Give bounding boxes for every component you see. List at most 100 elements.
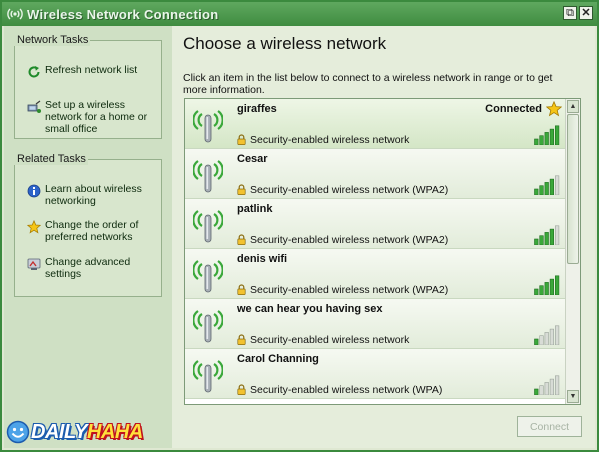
lock-icon xyxy=(237,334,246,345)
signal-bar xyxy=(544,282,549,295)
network-security: Security-enabled wireless network (WPA) xyxy=(250,384,443,396)
signal-strength-icon xyxy=(534,175,560,195)
signal-bar xyxy=(544,132,549,145)
dailyhaha-watermark: DAILYHAHA xyxy=(6,419,143,445)
network-security: Security-enabled wireless network (WPA2) xyxy=(250,234,449,246)
network-list[interactable]: giraffes Security-enabled wireless networ… xyxy=(184,98,581,405)
info-icon xyxy=(27,184,41,198)
instructions-text: Click an item in the list below to conne… xyxy=(183,72,553,96)
related-tasks-panel: Related Tasks Learn about wireless netwo… xyxy=(14,153,162,297)
refresh-network-list-link[interactable]: Refresh network list xyxy=(27,64,157,79)
refresh-icon xyxy=(28,66,40,78)
change-preferred-order-link[interactable]: Change the order of preferred networks xyxy=(27,219,157,243)
watermark-daily: DAILY xyxy=(31,420,88,443)
lock-icon xyxy=(237,184,246,195)
network-name: denis wifi xyxy=(237,253,288,265)
network-item[interactable]: Cesar Security-enabled wireless network (… xyxy=(185,149,566,199)
signal-bar xyxy=(534,338,539,345)
page-title: Choose a wireless network xyxy=(183,34,387,53)
network-item[interactable]: denis wifi Security-enabled wireless netw… xyxy=(185,249,566,299)
signal-bar xyxy=(549,128,555,145)
setup-network-icon xyxy=(27,100,41,113)
network-name: Carol Channing xyxy=(237,353,319,365)
signal-bar xyxy=(554,175,560,195)
network-name: patlink xyxy=(237,203,273,215)
watermark-text: DAILYHAHA xyxy=(31,421,143,444)
signal-bar xyxy=(534,138,539,145)
signal-bar xyxy=(554,275,560,295)
network-tasks-panel: Network Tasks Refresh network list Set u… xyxy=(14,34,162,139)
signal-bar xyxy=(554,225,560,245)
network-item[interactable]: giraffes Security-enabled wireless networ… xyxy=(185,99,566,149)
network-security: Security-enabled wireless network xyxy=(250,134,410,146)
main-pane: Choose a wireless network Click an item … xyxy=(172,26,595,448)
preferred-star-icon xyxy=(546,101,562,117)
signal-bar xyxy=(539,185,544,195)
network-name: we can hear you having sex xyxy=(237,303,383,315)
signal-bar xyxy=(539,285,544,295)
scroll-down-button[interactable]: ▼ xyxy=(567,390,579,403)
setup-wireless-network-label: Set up a wireless network for a home or … xyxy=(45,99,148,135)
scrollbar-thumb[interactable] xyxy=(567,114,579,264)
wireless-antenna-icon xyxy=(193,310,223,343)
window-title: Wireless Network Connection xyxy=(27,6,219,22)
wireless-antenna-icon xyxy=(193,110,223,143)
change-preferred-order-label: Change the order of preferred networks xyxy=(45,219,139,243)
signal-strength-icon xyxy=(534,275,560,295)
network-security: Security-enabled wireless network xyxy=(250,334,410,346)
change-advanced-settings-link[interactable]: Change advanced settings xyxy=(27,256,157,280)
lock-icon xyxy=(237,384,246,395)
signal-strength-icon xyxy=(534,375,560,395)
related-tasks-title: Related Tasks xyxy=(14,153,88,165)
settings-icon xyxy=(27,258,41,270)
signal-strength-icon xyxy=(534,225,560,245)
close-button[interactable]: ✕ xyxy=(579,6,593,20)
signal-bar xyxy=(534,238,539,245)
signal-bar xyxy=(539,135,544,145)
network-item[interactable]: we can hear you having sex Security-enabl… xyxy=(185,299,566,349)
title-bar[interactable]: Wireless Network Connection ⧉ ✕ xyxy=(2,2,597,26)
change-advanced-settings-label: Change advanced settings xyxy=(45,256,131,280)
smiley-logo-icon xyxy=(6,420,30,444)
network-name: giraffes xyxy=(237,103,277,115)
learn-about-wireless-link[interactable]: Learn about wireless networking xyxy=(27,183,157,207)
signal-bar xyxy=(554,325,560,345)
signal-bar xyxy=(549,378,555,395)
wireless-antenna-icon xyxy=(193,360,223,393)
watermark-haha: HAHA xyxy=(87,420,143,443)
network-security: Security-enabled wireless network (WPA2) xyxy=(250,284,449,296)
signal-strength-icon xyxy=(534,125,560,145)
setup-wireless-network-link[interactable]: Set up a wireless network for a home or … xyxy=(27,99,157,135)
network-name: Cesar xyxy=(237,153,268,165)
network-item[interactable]: Carol Channing Security-enabled wireless … xyxy=(185,349,566,399)
lock-icon xyxy=(237,234,246,245)
signal-bar xyxy=(534,288,539,295)
signal-bar xyxy=(539,235,544,245)
scroll-up-button[interactable]: ▲ xyxy=(567,100,579,113)
signal-bar xyxy=(544,232,549,245)
signal-bar xyxy=(534,188,539,195)
signal-bar xyxy=(544,332,549,345)
wireless-network-window: Wireless Network Connection ⧉ ✕ Network … xyxy=(0,0,599,452)
network-tasks-title: Network Tasks xyxy=(14,34,91,46)
signal-bar xyxy=(534,388,539,395)
connect-button[interactable]: Connect xyxy=(517,416,582,437)
signal-bar xyxy=(554,375,560,395)
signal-strength-icon xyxy=(534,325,560,345)
wireless-network-icon xyxy=(7,8,23,20)
signal-bar xyxy=(549,328,555,345)
scrollbar[interactable]: ▲ ▼ xyxy=(565,99,580,404)
lock-icon xyxy=(237,284,246,295)
star-icon xyxy=(27,220,41,234)
network-security: Security-enabled wireless network (WPA2) xyxy=(250,184,449,196)
wireless-antenna-icon xyxy=(193,210,223,243)
wireless-antenna-icon xyxy=(193,160,223,193)
restore-button[interactable]: ⧉ xyxy=(563,6,577,20)
wireless-antenna-icon xyxy=(193,260,223,293)
signal-bar xyxy=(549,278,555,295)
signal-bar xyxy=(544,182,549,195)
refresh-network-list-label: Refresh network list xyxy=(45,64,138,76)
signal-bar xyxy=(539,385,544,395)
network-item[interactable]: patlink Security-enabled wireless network… xyxy=(185,199,566,249)
task-pane: Network Tasks Refresh network list Set u… xyxy=(4,26,172,448)
